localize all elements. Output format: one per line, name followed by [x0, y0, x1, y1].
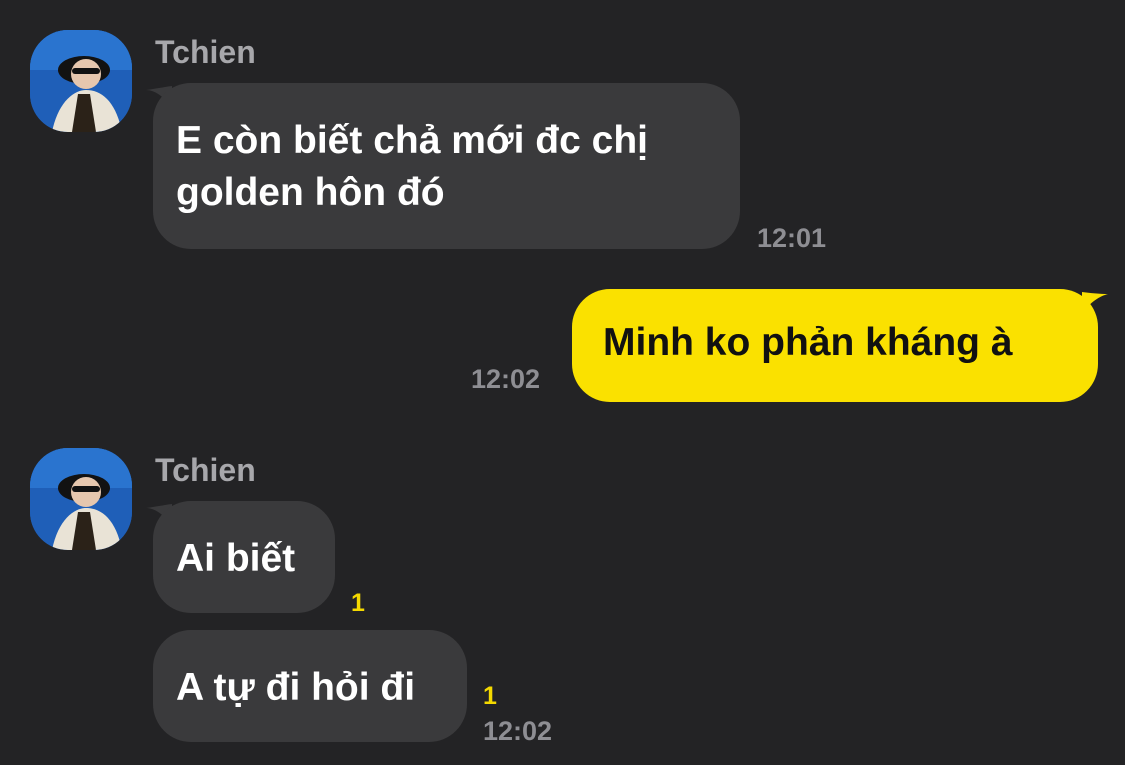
unread-count-badge: 1 [483, 682, 497, 710]
sender-name: Tchien [155, 452, 256, 488]
sender-name: Tchien [155, 34, 256, 70]
message-text-line: golden hôn đó [176, 171, 445, 214]
sender-avatar[interactable] [30, 448, 132, 550]
sender-avatar[interactable] [30, 30, 132, 132]
message-timestamp: 12:01 [757, 223, 827, 253]
message-text: Ai biết [176, 537, 296, 580]
avatar-photo-icon [30, 30, 132, 132]
message-bubble[interactable]: A tự đi hỏi đi [153, 630, 467, 742]
chat-thread: Tchien E còn biết chả mới đc chị golden … [0, 0, 1125, 765]
message-timestamp: 12:02 [483, 716, 553, 746]
bubble-tail [1082, 292, 1108, 314]
avatar-photo-icon [30, 448, 132, 550]
message-bubble[interactable]: Ai biết [153, 501, 335, 613]
message-text: A tự đi hỏi đi [176, 666, 416, 709]
message-text: Minh ko phản kháng à [603, 321, 1013, 364]
unread-count-badge: 1 [351, 589, 365, 617]
message-bubble[interactable]: E còn biết chả mới đc chị golden hôn đó [153, 83, 740, 249]
message-timestamp: 12:02 [471, 364, 541, 394]
message-bubble-outgoing[interactable]: Minh ko phản kháng à [572, 289, 1098, 402]
message-text-line: E còn biết chả mới đc chị [176, 119, 648, 162]
